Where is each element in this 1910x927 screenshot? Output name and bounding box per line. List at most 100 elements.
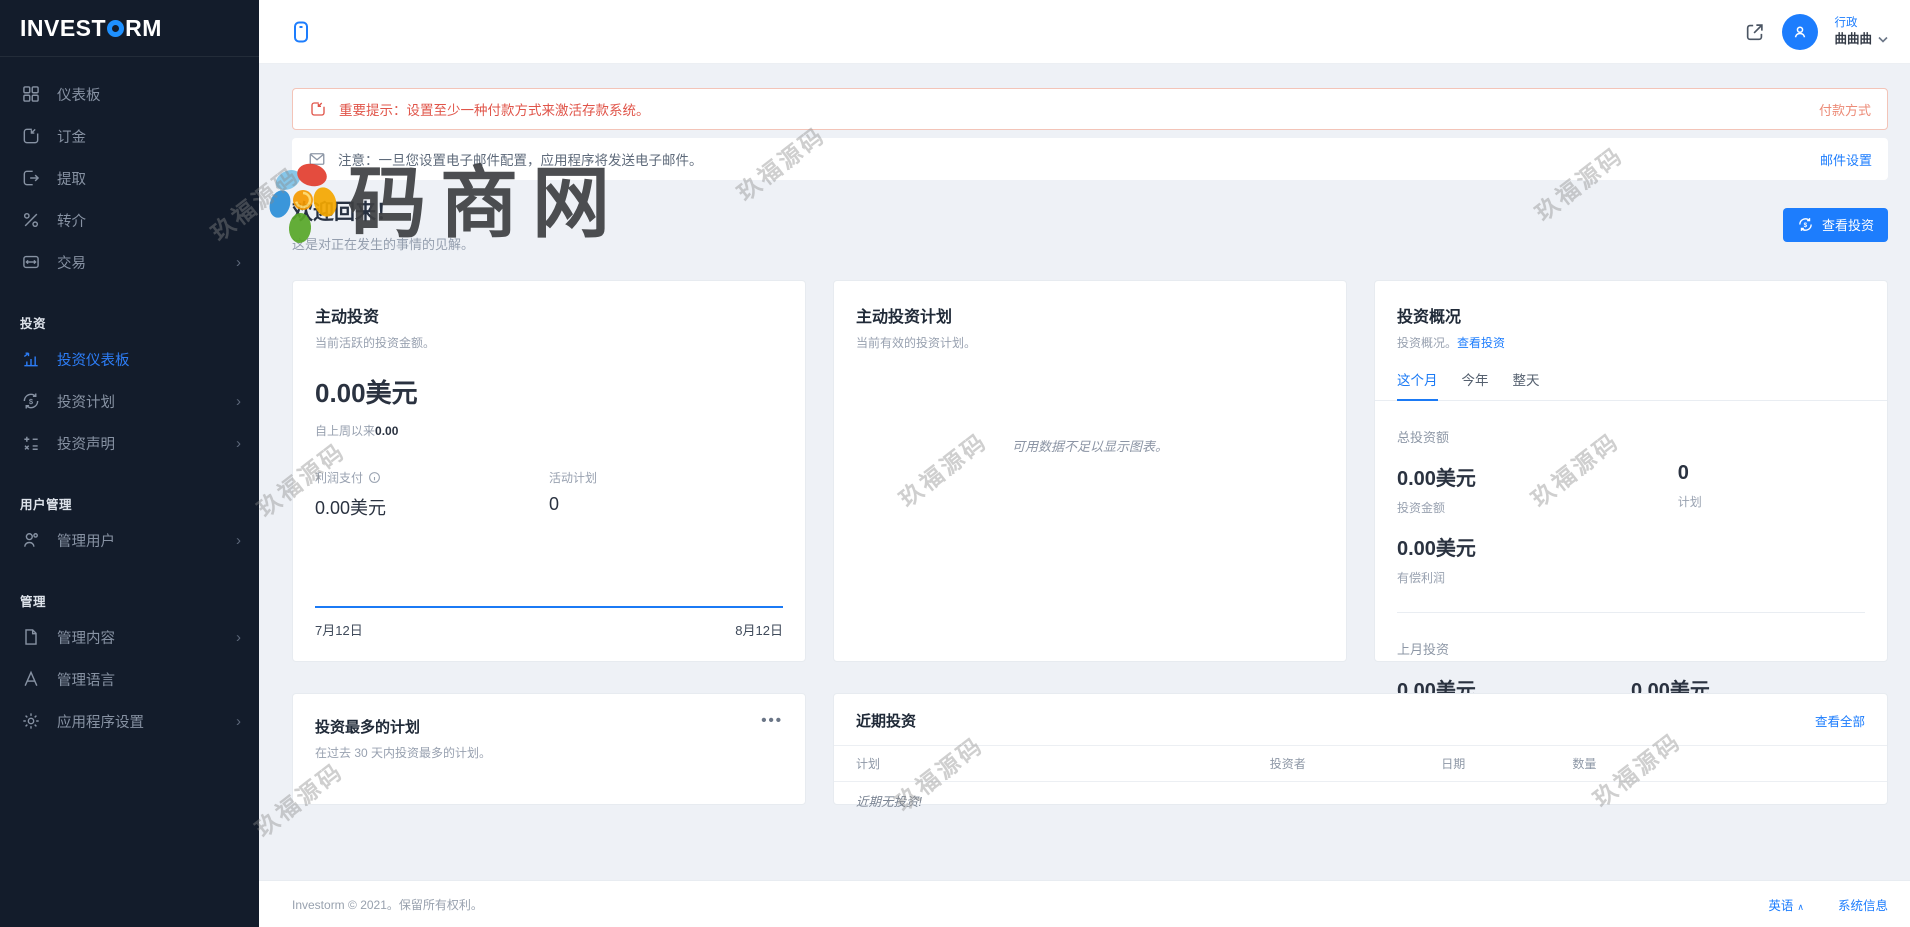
plans-count-label: 计划	[1678, 493, 1865, 510]
active-investment-card: 主动投资 当前活跃的投资金额。 0.00美元 自上周以来0.00 利润支付 0.…	[292, 280, 806, 662]
active-plans-value: 0	[549, 494, 783, 515]
sidebar-item-manage-language[interactable]: 管理语言	[0, 658, 259, 700]
tab-all-time[interactable]: 整天	[1513, 369, 1540, 400]
sidebar-item-referrals[interactable]: 转介	[0, 199, 259, 241]
sidebar-item-app-settings[interactable]: 应用程序设置 ›	[0, 700, 259, 742]
more-menu-icon[interactable]: •••	[761, 716, 783, 725]
chevron-right-icon: ›	[236, 714, 241, 729]
system-info-link[interactable]: 系统信息	[1838, 895, 1888, 914]
sidebar-item-label: 管理用户	[57, 530, 115, 551]
deposit-icon	[20, 125, 42, 147]
sidebar-item-manage-users[interactable]: 管理用户 ›	[0, 519, 259, 561]
user-menu[interactable]: 行政 曲曲曲	[1834, 16, 1888, 48]
active-plans-card: 主动投资计划 当前有效的投资计划。 可用数据不足以显示图表。	[833, 280, 1347, 662]
avatar[interactable]	[1782, 14, 1818, 50]
language-selector[interactable]: 英语∧	[1768, 895, 1804, 914]
mail-icon	[308, 150, 326, 168]
sidebar-item-invest-dashboard[interactable]: 投资仪表板	[0, 338, 259, 380]
sidebar: INVEST RM 仪表板 订金 提取 转介	[0, 0, 259, 927]
invested-amount-value: 0.00美元	[1397, 462, 1678, 491]
deposit-alert-icon	[309, 100, 327, 118]
chevron-down-icon	[1878, 36, 1888, 43]
sidebar-toggle-icon[interactable]	[290, 20, 312, 49]
svg-text:$: $	[29, 397, 34, 406]
chevron-right-icon: ›	[236, 436, 241, 451]
total-invested-label: 总投资额	[1397, 427, 1865, 446]
sidebar-item-withdrawals[interactable]: 提取	[0, 157, 259, 199]
card-subtitle: 当前有效的投资计划。	[856, 334, 1324, 351]
paid-profit-label: 有偿利润	[1397, 569, 1678, 586]
sidebar-section-invest: 投资	[0, 313, 259, 332]
language-icon	[20, 668, 42, 690]
top-header: 行政 曲曲曲	[259, 0, 1910, 64]
view-all-link[interactable]: 查看全部	[1815, 711, 1865, 730]
payment-methods-link[interactable]: 付款方式	[1819, 100, 1871, 119]
view-investments-button[interactable]: $ 查看投资	[1783, 208, 1888, 242]
withdraw-icon	[20, 167, 42, 189]
sidebar-section-users: 用户管理	[0, 494, 259, 513]
tab-this-month[interactable]: 这个月	[1397, 369, 1438, 401]
logo: INVEST RM	[0, 0, 259, 57]
view-investments-link[interactable]: 查看投资	[1457, 336, 1505, 350]
chevron-right-icon: ›	[236, 394, 241, 409]
payment-alert: 重要提示：设置至少一种付款方式来激活存款系统。 付款方式	[292, 88, 1888, 130]
plans-count-value: 0	[1678, 462, 1865, 485]
chevron-right-icon: ›	[236, 255, 241, 270]
sidebar-item-label: 投资计划	[57, 391, 115, 412]
card-subtitle: 在过去 30 天内投资最多的计划。	[315, 744, 491, 761]
card-title: 主动投资计划	[856, 303, 1324, 327]
chart-date-start: 7月12日	[315, 620, 363, 639]
table-header-row: 计划 投资者 日期 数量	[834, 745, 1887, 782]
chevron-right-icon: ›	[236, 533, 241, 548]
sidebar-item-label: 订金	[57, 126, 86, 147]
sidebar-item-label: 转介	[57, 210, 86, 231]
col-plan: 计划	[856, 755, 1270, 772]
sidebar-item-dashboard[interactable]: 仪表板	[0, 73, 259, 115]
card-subtitle: 当前活跃的投资金额。	[315, 334, 783, 351]
logo-text-pre: INVEST	[20, 15, 106, 42]
sidebar-item-invest-plans[interactable]: $ 投资计划 ›	[0, 380, 259, 422]
chevron-right-icon: ›	[236, 630, 241, 645]
svg-text:$: $	[1804, 222, 1808, 229]
calc-icon	[20, 432, 42, 454]
footer: Investorm © 2021。保留所有权利。 英语∧ 系统信息	[259, 880, 1910, 927]
since-label: 自上周以来	[315, 424, 375, 438]
email-alert: 注意：一旦您设置电子邮件配置，应用程序将发送电子邮件。 邮件设置	[292, 138, 1888, 180]
last-month-label: 上月投资	[1397, 639, 1865, 658]
overview-tabs: 这个月 今年 整天	[1375, 369, 1887, 401]
sidebar-item-manage-content[interactable]: 管理内容 ›	[0, 616, 259, 658]
page-subtitle: 这是对正在发生的事情的见解。	[292, 234, 474, 253]
sidebar-section-manage: 管理	[0, 591, 259, 610]
document-icon	[20, 626, 42, 648]
profit-paid-label: 利润支付	[315, 469, 363, 486]
email-alert-text: 注意：一旦您设置电子邮件配置，应用程序将发送电子邮件。	[338, 149, 703, 169]
info-icon[interactable]	[368, 471, 381, 484]
dashboard-icon	[20, 83, 42, 105]
email-settings-link[interactable]: 邮件设置	[1820, 150, 1872, 169]
chart-date-end: 8月12日	[735, 620, 783, 639]
sidebar-item-label: 投资仪表板	[57, 349, 130, 370]
sparkline-chart	[315, 606, 783, 608]
chart-bars-icon	[20, 348, 42, 370]
sidebar-item-invest-statements[interactable]: 投资声明 ›	[0, 422, 259, 464]
sidebar-item-deposits[interactable]: 订金	[0, 115, 259, 157]
invested-amount-label: 投资金额	[1397, 499, 1678, 516]
top-plans-card: 投资最多的计划 在过去 30 天内投资最多的计划。 •••	[292, 693, 806, 805]
copyright-text: Investorm © 2021。保留所有权利。	[292, 896, 483, 913]
tab-this-year[interactable]: 今年	[1462, 369, 1489, 400]
sidebar-item-label: 管理内容	[57, 627, 115, 648]
external-link-icon[interactable]	[1744, 21, 1766, 43]
sidebar-item-transactions[interactable]: 交易 ›	[0, 241, 259, 283]
card-title: 投资最多的计划	[315, 716, 491, 737]
sidebar-item-label: 管理语言	[57, 669, 115, 690]
user-icon	[20, 529, 42, 551]
card-title: 投资概况	[1397, 303, 1865, 327]
sidebar-item-label: 应用程序设置	[57, 711, 144, 732]
logo-text-post: RM	[125, 15, 162, 42]
gear-icon	[20, 710, 42, 732]
page-title: 欢迎回来！	[292, 196, 474, 226]
main-content: 重要提示：设置至少一种付款方式来激活存款系统。 付款方式 注意：一旦您设置电子邮…	[259, 64, 1910, 880]
col-investor: 投资者	[1270, 755, 1442, 772]
recent-investments-card: 近期投资 查看全部 计划 投资者 日期 数量 近期无投资!	[833, 693, 1888, 805]
transactions-icon	[20, 251, 42, 273]
